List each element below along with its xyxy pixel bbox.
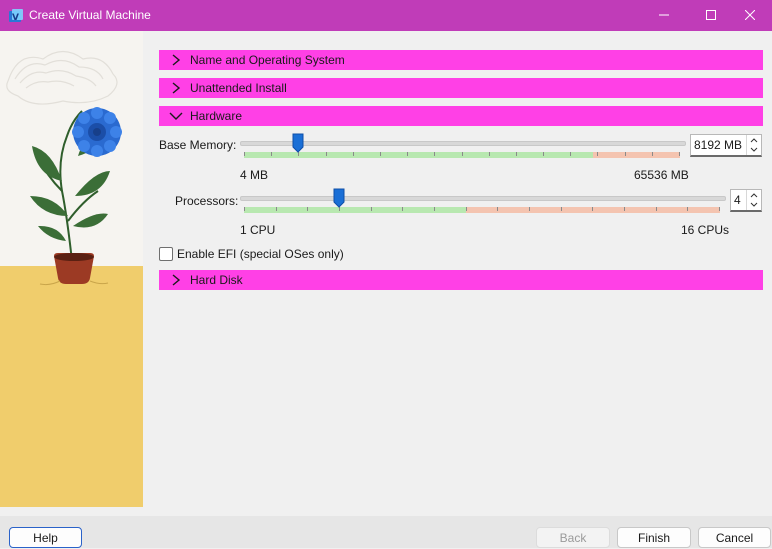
enable-efi-label: Enable EFI (special OSes only) (177, 247, 344, 261)
warning-range (593, 152, 680, 158)
base-memory-value: 8192 MB (694, 138, 743, 152)
base-memory-min-label: 4 MB (240, 168, 269, 182)
spin-down-icon (750, 147, 758, 152)
chevron-right-icon (172, 54, 181, 66)
chevron-right-icon (172, 274, 181, 286)
cancel-button[interactable]: Cancel (698, 527, 771, 548)
section-label: Hard Disk (190, 273, 243, 287)
spin-down-icon (750, 202, 758, 207)
section-label: Hardware (190, 109, 243, 123)
section-hardware[interactable]: Hardware (159, 106, 763, 126)
help-button[interactable]: Help (9, 527, 82, 548)
base-memory-spinbox[interactable]: 8192 MB (690, 134, 762, 157)
window-title: Create Virtual Machine (29, 8, 151, 22)
processors-max-label: 16 CPUs (681, 223, 730, 237)
close-button[interactable] (727, 0, 772, 31)
minimize-icon (659, 14, 669, 16)
spin-up-icon (750, 138, 758, 143)
base-memory-range-band (244, 152, 680, 158)
spin-up-icon (750, 193, 758, 198)
chevron-right-icon (172, 82, 181, 94)
processors-min-label: 1 CPU (240, 223, 276, 237)
base-memory-label: Base Memory: (159, 138, 237, 152)
base-memory-slider-thumb[interactable] (292, 133, 304, 153)
maximize-icon (706, 10, 716, 20)
title-bar: V Create Virtual Machine (0, 0, 772, 31)
processors-label: Processors: (175, 194, 239, 208)
virtualbox-icon: V (9, 9, 23, 23)
section-name-and-os[interactable]: Name and Operating System (159, 50, 763, 70)
recommended-range (244, 207, 466, 213)
processors-range-band (244, 207, 720, 213)
processors-slider-track[interactable] (240, 196, 726, 201)
processors-spinbox[interactable]: 4 (730, 189, 762, 212)
base-memory-max-label: 65536 MB (634, 168, 689, 182)
enable-efi-checkbox[interactable] (159, 247, 173, 261)
base-memory-slider-track[interactable] (240, 141, 686, 146)
close-icon (745, 10, 755, 20)
processors-spin-arrows[interactable] (746, 190, 761, 210)
back-button[interactable]: Back (536, 527, 610, 548)
finish-button[interactable]: Finish (617, 527, 691, 548)
base-memory-spin-arrows[interactable] (746, 135, 761, 155)
section-label: Unattended Install (190, 81, 287, 95)
wizard-illustration (0, 31, 143, 507)
processors-value: 4 (734, 193, 741, 207)
section-hard-disk[interactable]: Hard Disk (159, 270, 763, 290)
section-label: Name and Operating System (190, 53, 345, 67)
processors-slider-thumb[interactable] (333, 188, 345, 208)
section-unattended-install[interactable]: Unattended Install (159, 78, 763, 98)
svg-text:V: V (12, 13, 19, 23)
chevron-down-icon (169, 112, 183, 120)
minimize-button[interactable] (641, 0, 687, 31)
